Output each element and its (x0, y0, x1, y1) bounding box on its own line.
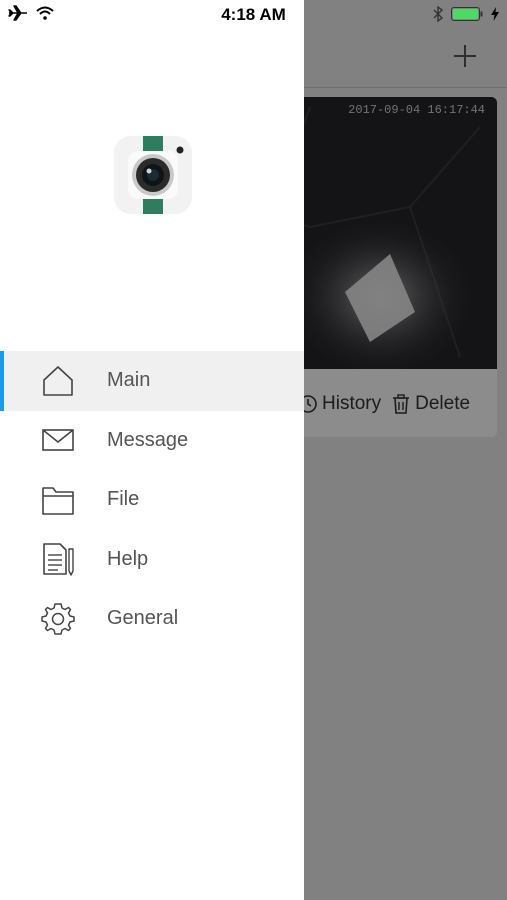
menu-item-general[interactable]: General (0, 589, 304, 649)
drawer-menu: Main Message File Help General (0, 351, 304, 649)
menu-item-message[interactable]: Message (0, 411, 304, 471)
menu-item-help[interactable]: Help (0, 530, 304, 590)
status-time: 4:18 AM (221, 5, 286, 24)
menu-item-file[interactable]: File (0, 470, 304, 530)
camera-app-icon (114, 136, 192, 214)
battery-icon (451, 7, 483, 21)
menu-item-main[interactable]: Main (0, 351, 304, 411)
menu-label-help: Help (107, 547, 149, 570)
menu-label-general: General (107, 607, 179, 630)
menu-label-main: Main (107, 369, 151, 392)
status-bar: 4:18 AM (0, 0, 507, 30)
menu-label-file: File (107, 488, 140, 511)
charging-icon (491, 7, 499, 21)
gear-icon (41, 603, 75, 635)
bluetooth-icon (433, 6, 443, 22)
document-pencil-icon (43, 543, 74, 576)
side-drawer: Main Message File Help General (0, 0, 304, 900)
folder-icon (42, 486, 74, 515)
menu-label-message: Message (107, 428, 189, 451)
home-icon (43, 365, 73, 396)
envelope-icon (42, 429, 74, 452)
